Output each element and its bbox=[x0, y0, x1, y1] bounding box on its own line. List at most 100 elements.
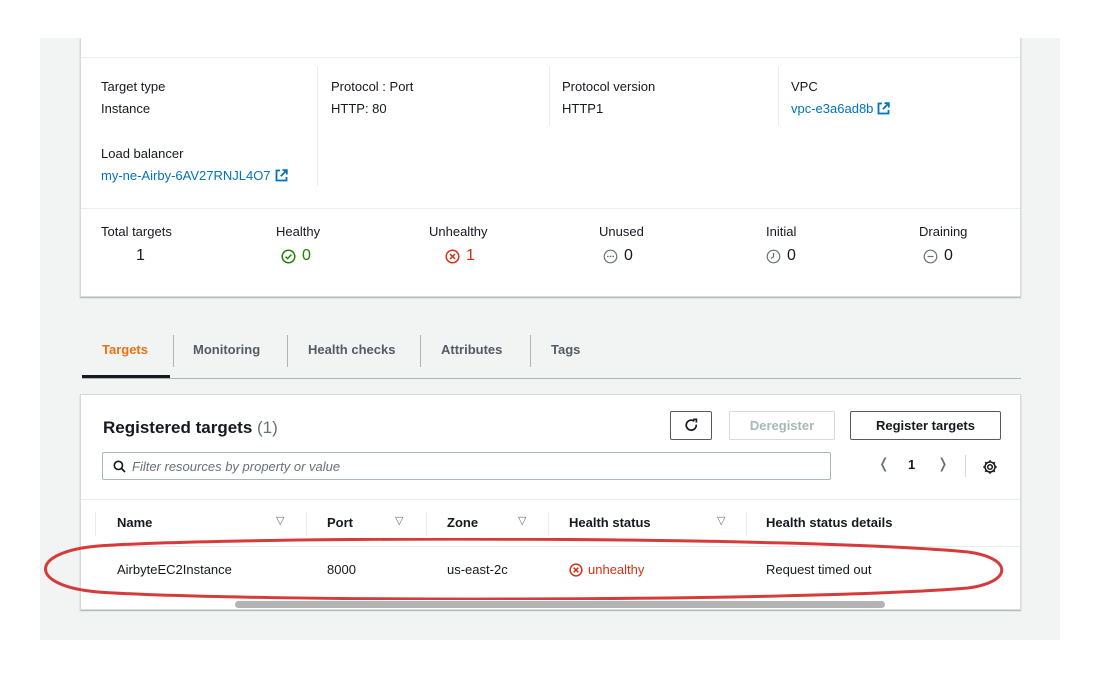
tab-monitoring[interactable]: Monitoring bbox=[193, 333, 260, 367]
previous-page-button[interactable]: ❬ bbox=[878, 455, 890, 472]
cell-zone: us-east-2c bbox=[447, 562, 508, 577]
filter-input[interactable] bbox=[132, 458, 812, 474]
scrollbar-thumb[interactable] bbox=[235, 601, 885, 608]
stat-label: Total targets bbox=[101, 224, 172, 239]
target-type-field: Target type Instance bbox=[101, 79, 165, 116]
stat-value-row: 0 bbox=[276, 247, 320, 265]
dots-circle-icon bbox=[603, 249, 618, 263]
column-divider bbox=[778, 66, 779, 126]
tab-attributes[interactable]: Attributes bbox=[441, 333, 502, 367]
load-balancer-link-text[interactable]: my-ne-Airby-6AV27RNJL4O7 bbox=[101, 168, 271, 183]
tab-bar: Targets Monitoring Health checks Attribu… bbox=[82, 333, 1021, 379]
vpc-field: VPC vpc-e3a6ad8b bbox=[791, 79, 891, 116]
sort-icon[interactable]: ▽ bbox=[276, 514, 284, 527]
registered-targets-card: Registered targets (1) Deregister Regist… bbox=[80, 394, 1021, 610]
card-title-count: (1) bbox=[257, 418, 278, 437]
sort-icon[interactable]: ▽ bbox=[395, 514, 403, 527]
stat-healthy: Healthy 0 bbox=[276, 224, 320, 265]
stat-value: 0 bbox=[302, 247, 311, 264]
column-divider bbox=[548, 512, 549, 536]
target-type-value: Instance bbox=[101, 101, 151, 116]
next-page-button[interactable]: ❭ bbox=[937, 455, 949, 472]
column-divider bbox=[317, 66, 318, 186]
column-header-health-status[interactable]: Health status bbox=[569, 515, 651, 530]
tab-targets[interactable]: Targets bbox=[102, 333, 148, 367]
column-divider bbox=[549, 66, 550, 126]
cell-name: AirbyteEC2Instance bbox=[117, 562, 232, 577]
external-link-icon[interactable] bbox=[877, 102, 891, 115]
protocol-port-field: Protocol : Port HTTP: 80 bbox=[331, 79, 413, 116]
stat-label: Unused bbox=[599, 224, 644, 239]
gear-icon[interactable] bbox=[982, 459, 998, 475]
stat-value: 0 bbox=[944, 247, 953, 264]
stat-label: Initial bbox=[766, 224, 797, 239]
column-header-zone[interactable]: Zone bbox=[447, 515, 478, 530]
protocol-version-field: Protocol version HTTP1 bbox=[562, 79, 655, 116]
stat-unhealthy: Unhealthy 1 bbox=[429, 224, 488, 265]
active-tab-indicator bbox=[82, 375, 170, 378]
tab-divider bbox=[173, 335, 174, 367]
table-header: Name ▽ Port ▽ Zone ▽ Health status ▽ Hea… bbox=[81, 499, 1020, 547]
vpc-link[interactable]: vpc-e3a6ad8b bbox=[791, 101, 891, 116]
stat-value: 0 bbox=[787, 247, 796, 264]
tab-health-checks[interactable]: Health checks bbox=[308, 333, 395, 367]
load-balancer-label: Load balancer bbox=[101, 146, 184, 161]
tab-divider bbox=[420, 335, 421, 367]
column-header-name[interactable]: Name bbox=[117, 515, 152, 530]
column-header-health-status-details[interactable]: Health status details bbox=[766, 515, 892, 530]
details-header-area bbox=[81, 38, 1020, 58]
stat-value-row: 0 bbox=[766, 247, 796, 265]
search-icon bbox=[113, 460, 126, 473]
pager-divider bbox=[965, 455, 966, 477]
column-header-port[interactable]: Port bbox=[327, 515, 353, 530]
column-divider bbox=[426, 512, 427, 536]
vpc-link-text[interactable]: vpc-e3a6ad8b bbox=[791, 101, 873, 116]
target-group-details-card: Target type Instance Protocol : Port HTT… bbox=[80, 38, 1021, 297]
cell-health-status: unhealthy bbox=[569, 562, 644, 577]
x-circle-icon bbox=[445, 248, 460, 264]
stat-value-row: 0 bbox=[599, 247, 644, 265]
current-page-number[interactable]: 1 bbox=[908, 457, 915, 472]
external-link-icon[interactable] bbox=[275, 169, 288, 182]
filter-search-box[interactable] bbox=[102, 452, 831, 480]
deregister-button[interactable]: Deregister bbox=[729, 411, 835, 440]
card-title-text: Registered targets bbox=[103, 418, 253, 437]
registered-targets-heading: Registered targets (1) bbox=[103, 418, 278, 438]
protocol-version-value: HTTP1 bbox=[562, 101, 604, 116]
tab-divider bbox=[530, 335, 531, 367]
stat-label: Unhealthy bbox=[429, 224, 488, 239]
stats-separator bbox=[81, 208, 1020, 209]
stat-total-targets: Total targets 1 bbox=[101, 224, 172, 265]
stat-value-row: 0 bbox=[919, 247, 967, 265]
refresh-button[interactable] bbox=[670, 411, 712, 440]
vpc-label: VPC bbox=[791, 79, 818, 94]
minus-circle-icon bbox=[923, 249, 938, 263]
column-divider bbox=[746, 512, 747, 536]
check-circle-icon bbox=[281, 248, 296, 264]
stat-unused: Unused 0 bbox=[599, 224, 644, 265]
stat-label: Draining bbox=[919, 224, 968, 239]
stat-value: 1 bbox=[136, 247, 145, 264]
stat-value: 0 bbox=[624, 247, 633, 264]
protocol-port-value: HTTP: 80 bbox=[331, 101, 387, 116]
stat-initial: Initial 0 bbox=[766, 224, 796, 265]
x-circle-icon bbox=[569, 562, 583, 577]
protocol-port-label: Protocol : Port bbox=[331, 79, 414, 94]
horizontal-scrollbar[interactable] bbox=[81, 598, 1020, 610]
register-targets-button[interactable]: Register targets bbox=[850, 411, 1001, 440]
cell-port: 8000 bbox=[327, 562, 356, 577]
tab-divider bbox=[287, 335, 288, 367]
load-balancer-link[interactable]: my-ne-Airby-6AV27RNJL4O7 bbox=[101, 168, 288, 183]
refresh-icon bbox=[684, 418, 697, 431]
health-status-text: unhealthy bbox=[588, 562, 645, 577]
cell-health-status-details: Request timed out bbox=[766, 562, 872, 577]
table-row[interactable]: AirbyteEC2Instance 8000 us-east-2c unhea… bbox=[81, 547, 1020, 593]
tab-tags[interactable]: Tags bbox=[551, 333, 580, 367]
sort-icon[interactable]: ▽ bbox=[717, 514, 725, 527]
load-balancer-field: Load balancer my-ne-Airby-6AV27RNJL4O7 bbox=[101, 146, 288, 183]
column-divider bbox=[95, 512, 96, 536]
stat-label: Healthy bbox=[276, 224, 321, 239]
sort-icon[interactable]: ▽ bbox=[518, 514, 526, 527]
stat-value: 1 bbox=[466, 247, 475, 264]
clock-icon bbox=[766, 249, 781, 263]
